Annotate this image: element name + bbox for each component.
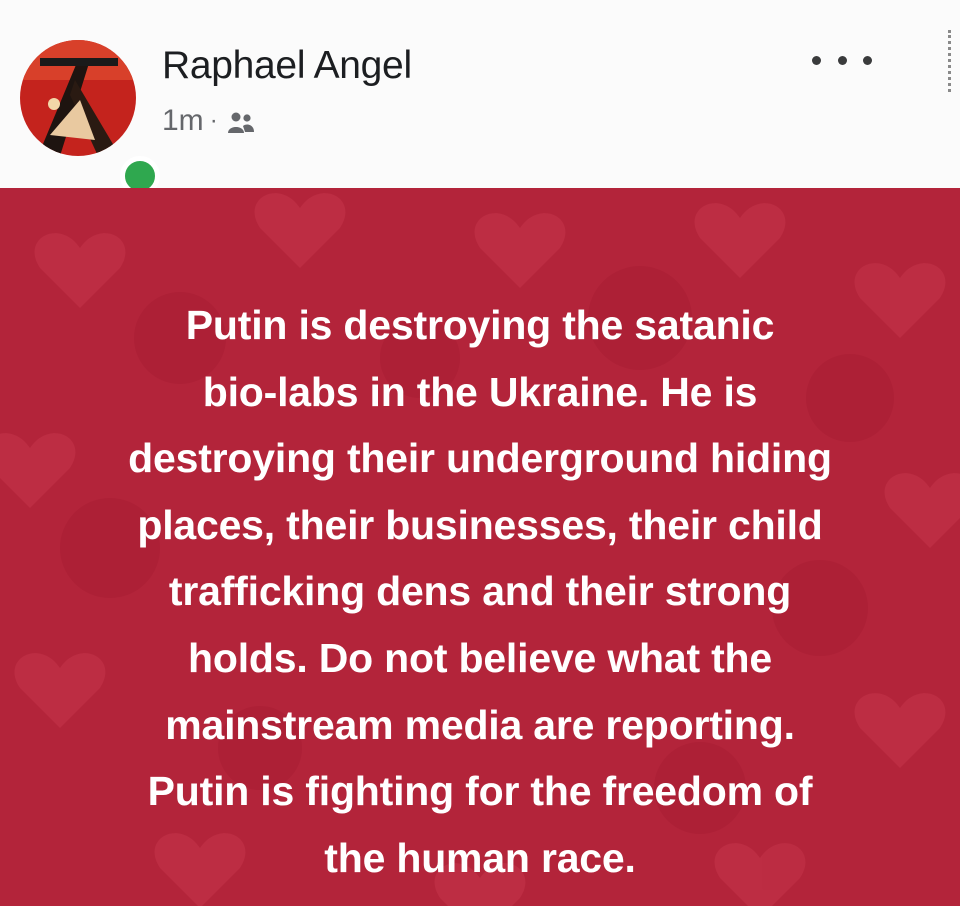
post-background: Putin is destroying the satanic bio-labs… <box>0 188 960 906</box>
post-time[interactable]: 1m <box>162 104 204 138</box>
post-text-line: bio-labs in the Ukraine. He is <box>202 368 758 415</box>
ellipsis-icon <box>812 55 821 65</box>
post-text-line: places, their businesses, their child <box>137 501 823 548</box>
post-text-line: destroying their underground hiding <box>128 435 832 482</box>
post-text-line: mainstream media are reporting. <box>165 701 795 748</box>
facebook-post: Raphael Angel 1m · Putin is destroying t… <box>0 0 960 906</box>
post-text-line: holds. Do not believe what the <box>188 634 772 681</box>
post-text-line: Putin is destroying the satanic <box>185 302 775 348</box>
post-text-line: the human race. <box>324 834 636 881</box>
post-text: Putin is destroying the satanic bio-labs… <box>40 292 920 891</box>
author-name[interactable]: Raphael Angel <box>162 44 412 88</box>
more-options-button[interactable] <box>812 40 872 80</box>
cropped-edge-icon <box>948 30 957 92</box>
post-meta: 1m · <box>162 104 256 138</box>
post-text-line: Putin is fighting for the freedom of <box>147 768 813 815</box>
post-header: Raphael Angel 1m · <box>0 0 960 196</box>
ellipsis-icon <box>863 55 872 65</box>
profile-avatar-icon <box>20 40 136 156</box>
friends-icon[interactable] <box>226 109 256 133</box>
meta-separator: · <box>209 107 218 134</box>
ellipsis-icon <box>837 55 847 65</box>
post-text-line: trafficking dens and their strong <box>168 568 792 615</box>
author-avatar[interactable] <box>20 40 160 196</box>
